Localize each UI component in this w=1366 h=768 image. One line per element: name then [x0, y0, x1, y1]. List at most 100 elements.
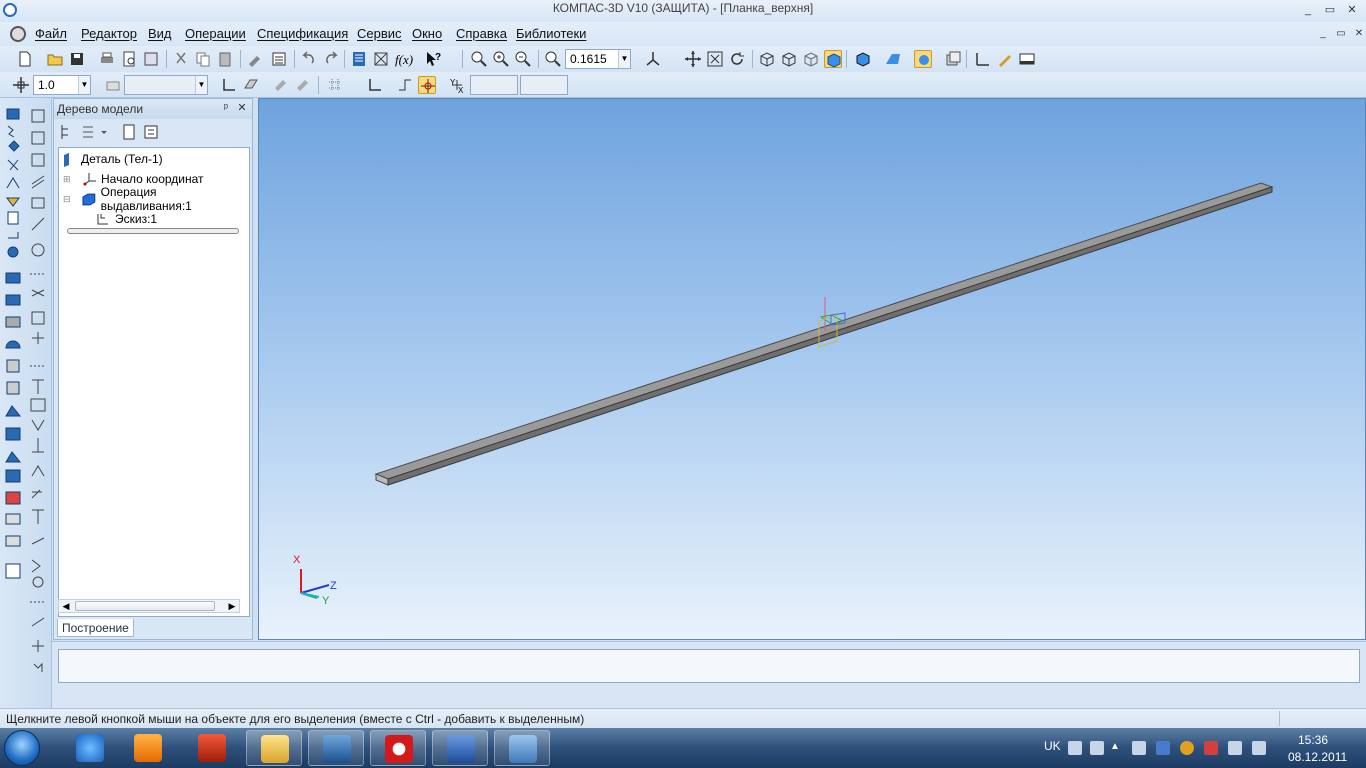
fit-all-icon[interactable] [706, 50, 724, 68]
show-hidden-icons[interactable]: ▲ [1110, 741, 1124, 755]
plane-icon[interactable] [242, 76, 260, 94]
print-icon[interactable] [98, 50, 116, 68]
copy-icon[interactable] [194, 50, 212, 68]
menu-operations[interactable]: Операции [185, 26, 246, 41]
magnet-icon[interactable] [272, 76, 290, 94]
state-combo[interactable]: ▼ [124, 75, 208, 95]
zoom-scale-icon[interactable] [544, 50, 562, 68]
taskbar-ie[interactable] [62, 730, 118, 766]
wireframe-icon[interactable] [758, 50, 776, 68]
action-center-icon[interactable] [1204, 741, 1218, 755]
volume-icon[interactable] [1252, 741, 1266, 755]
snap-icon[interactable] [294, 76, 312, 94]
pin-icon[interactable]: ᵖ [220, 102, 232, 114]
layers-icon[interactable] [944, 50, 962, 68]
orthogonal-icon[interactable] [366, 76, 384, 94]
keyboard-icon[interactable] [1068, 741, 1082, 755]
language-indicator[interactable]: UK [1044, 739, 1061, 753]
taskbar-app-red[interactable] [184, 730, 240, 766]
taskbar-opera[interactable] [370, 730, 426, 766]
coordinates-icon[interactable]: YX [448, 76, 466, 95]
list-icon[interactable] [270, 50, 288, 68]
help-pointer-icon[interactable]: ? [424, 50, 442, 68]
tree-list-icon[interactable] [120, 123, 138, 141]
zoom-in-icon[interactable] [492, 50, 510, 68]
menu-view[interactable]: Вид [148, 26, 172, 41]
taskbar-app[interactable] [494, 730, 550, 766]
viewport-canvas[interactable]: X Z Y [259, 99, 1366, 641]
pan-icon[interactable] [684, 50, 702, 68]
tree-sort-icon[interactable] [142, 123, 160, 141]
paste-icon[interactable] [216, 50, 234, 68]
format-brush-icon[interactable] [246, 50, 264, 68]
tree-structure-icon[interactable] [58, 123, 76, 141]
network-icon[interactable] [1132, 741, 1146, 755]
sketch-edit-icon[interactable] [996, 50, 1014, 68]
manager-icon[interactable] [350, 50, 368, 68]
panel-toggle-icon[interactable] [1018, 50, 1036, 68]
step-combo[interactable]: 1.0 ▼ [33, 75, 91, 95]
tree-node-extrusion[interactable]: ⊟ Операция выдавливания:1 [63, 185, 249, 213]
tree-node-sketch[interactable]: Эскиз:1 [95, 210, 157, 228]
zoom-combo[interactable]: 0.1615 ▼ [565, 49, 631, 69]
chevron-down-icon[interactable]: ▼ [78, 76, 90, 94]
save-icon[interactable] [68, 50, 86, 68]
taskbar-media[interactable] [120, 730, 176, 766]
usb-icon[interactable] [1228, 741, 1242, 755]
update-icon[interactable] [1180, 741, 1194, 755]
chevron-down-icon[interactable]: ▼ [195, 76, 207, 94]
display-mode-icon[interactable] [914, 50, 932, 68]
print-preview-icon[interactable] [120, 50, 138, 68]
scroll-thumb[interactable] [75, 601, 215, 611]
properties-icon[interactable] [142, 50, 160, 68]
menu-file[interactable]: Файл [35, 26, 67, 41]
snaps-active-icon[interactable] [418, 76, 436, 94]
rotate-icon[interactable] [728, 50, 746, 68]
part-bar[interactable] [374, 182, 1274, 486]
clock-time[interactable]: 15:36 [1298, 733, 1328, 747]
menu-editor[interactable]: Редактор [81, 26, 137, 41]
zoom-window-icon[interactable] [470, 50, 488, 68]
menu-help[interactable]: Справка [456, 26, 507, 41]
doc-close-button[interactable]: ✕ [1352, 27, 1366, 41]
round-step-icon[interactable] [396, 76, 414, 94]
doc-restore-button[interactable]: ▭ [1334, 27, 1348, 41]
new-document-icon[interactable] [16, 50, 34, 68]
shaded-edges-icon[interactable] [854, 50, 872, 68]
cursor-step-icon[interactable] [12, 76, 30, 94]
compact-toolbar-icons[interactable] [0, 98, 52, 698]
menu-specification[interactable]: Спецификация [257, 26, 348, 41]
chevron-down-icon[interactable]: ▼ [618, 50, 630, 68]
variables-fx-icon[interactable]: f(x) [394, 50, 416, 68]
library-icon[interactable] [372, 50, 390, 68]
zoom-out-icon[interactable] [514, 50, 532, 68]
collapse-icon[interactable]: ⊟ [63, 194, 73, 205]
properties-panel[interactable] [58, 649, 1360, 683]
tree-display-mode-icon[interactable] [80, 123, 110, 141]
menu-window[interactable]: Окно [412, 26, 442, 41]
coord-x-field[interactable] [470, 75, 518, 95]
taskbar-word[interactable] [432, 730, 488, 766]
redo-icon[interactable] [322, 50, 340, 68]
layer-state-icon[interactable] [104, 76, 122, 94]
close-button[interactable]: ✕ [1342, 2, 1362, 18]
doc-minimize-button[interactable]: _ [1316, 27, 1330, 41]
document-system-icon[interactable] [10, 26, 26, 42]
menu-libraries[interactable]: Библиотеки [516, 26, 586, 41]
menu-service[interactable]: Сервис [357, 26, 402, 41]
tab-construction[interactable]: Построение [57, 619, 134, 637]
shaded-icon[interactable] [824, 50, 842, 68]
coord-y-field[interactable] [520, 75, 568, 95]
tray-icon[interactable] [1090, 741, 1104, 755]
taskbar-kompas[interactable] [308, 730, 364, 766]
grid-icon[interactable] [326, 76, 344, 94]
maximize-button[interactable]: ▭ [1320, 2, 1340, 18]
measure-icon[interactable] [974, 50, 992, 68]
model-viewport[interactable]: X Z Y [258, 98, 1366, 640]
start-button[interactable] [4, 730, 40, 766]
open-folder-icon[interactable] [46, 50, 64, 68]
thin-lines-icon[interactable] [802, 50, 820, 68]
undo-icon[interactable] [300, 50, 318, 68]
close-icon[interactable]: ✕ [236, 102, 248, 114]
tree-scrollbar[interactable]: ◀ ▶ [58, 599, 240, 613]
